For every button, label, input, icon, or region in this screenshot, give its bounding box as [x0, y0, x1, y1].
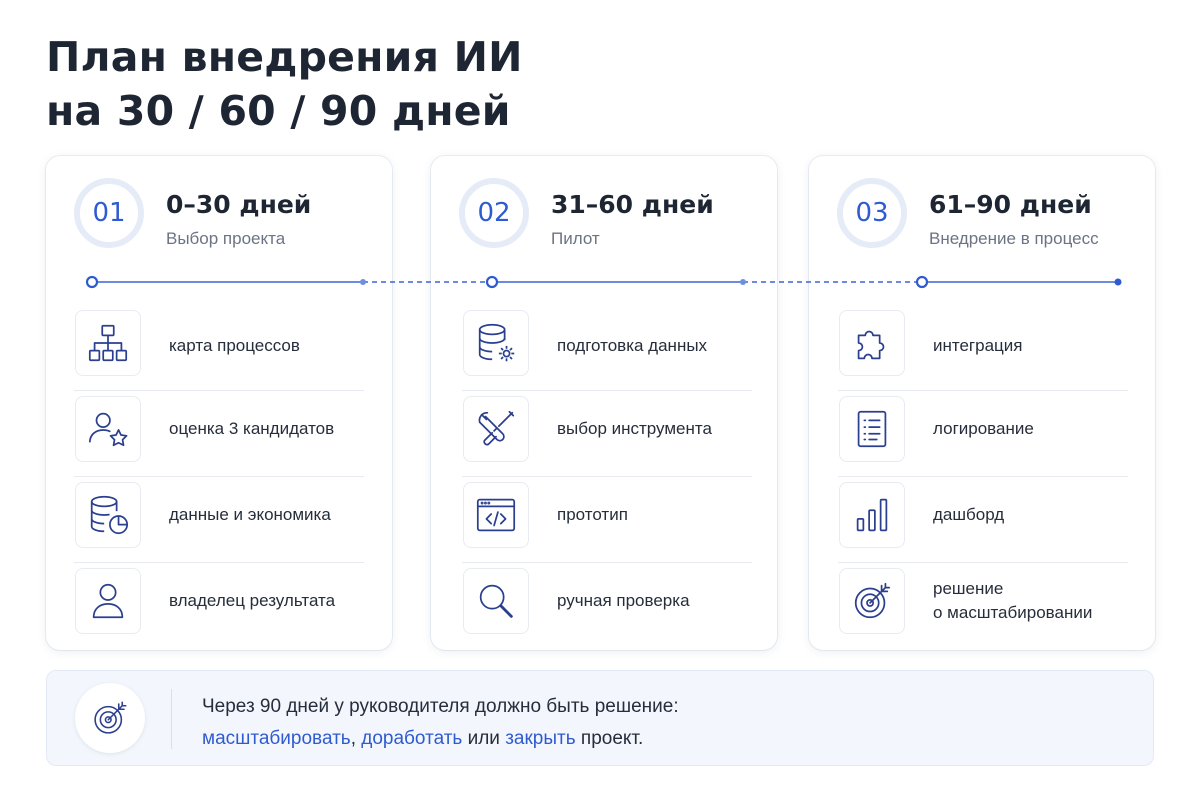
callout-line-1: Через 90 дней у руководителя должно быть… [202, 696, 679, 717]
stage-title: 0–30 дней [166, 190, 312, 219]
stage-title: 31–60 дней [551, 190, 714, 219]
stage-number-badge: 03 [837, 178, 907, 248]
process-map-icon [75, 310, 141, 376]
list-item: ручная проверка [462, 563, 752, 649]
list-item-label: ручная проверка [557, 591, 690, 610]
list-item-label: карта процессов [169, 335, 300, 355]
option-refine: доработать [361, 728, 463, 749]
callout-line-2: масштабировать, доработать или закрыть п… [202, 723, 679, 755]
bar-chart-icon [839, 482, 905, 548]
stage-items: интеграция логирование дашборд решение о… [838, 310, 1128, 649]
tools-icon [463, 396, 529, 462]
list-item-label: подготовка данных [557, 335, 708, 355]
list-item-label: владелец результата [169, 591, 336, 610]
page-title-line-2: на 30 / 60 / 90 дней [46, 87, 511, 135]
target-icon [839, 568, 905, 634]
page-title: План внедрения ИИ на 30 / 60 / 90 дней [46, 30, 746, 138]
option-close: закрыть [505, 728, 576, 749]
callout-end: проект. [575, 728, 644, 749]
list-item: интеграция [838, 310, 1128, 391]
list-item-label: оценка 3 кандидатов [169, 419, 335, 438]
list-item: данные и экономика [74, 477, 364, 563]
stage-card-1: 01 0–30 дней Выбор проекта карта процесс… [46, 156, 392, 650]
list-item: выбор инструмента [462, 391, 752, 477]
stage-items: карта процессов оценка 3 кандидатов данн… [74, 310, 364, 649]
stage-number-badge: 02 [459, 178, 529, 248]
option-scale: масштабировать [202, 728, 351, 749]
stage-number-badge: 01 [74, 178, 144, 248]
document-list-icon [839, 396, 905, 462]
puzzle-icon [839, 310, 905, 376]
list-item-label: решение о масштабировании [933, 579, 1093, 622]
database-chart-icon [75, 482, 141, 548]
list-item-label: логирование [933, 419, 1034, 438]
list-item: дашборд [838, 477, 1128, 563]
list-item: решение о масштабировании [838, 563, 1128, 649]
list-item-label: выбор инструмента [557, 419, 712, 438]
stage-items: подготовка данных выбор инструмента прот… [462, 310, 752, 649]
list-item-label: дашборд [933, 505, 1005, 524]
stage-card-3: 03 61–90 дней Внедрение в процесс интегр… [809, 156, 1155, 650]
stage-title: 61–90 дней [929, 190, 1092, 219]
list-item-label: интеграция [933, 335, 1023, 355]
list-item: оценка 3 кандидатов [74, 391, 364, 477]
list-item: карта процессов [74, 310, 364, 391]
list-item-label: данные и экономика [169, 505, 331, 524]
magnifier-icon [463, 568, 529, 634]
list-item: логирование [838, 391, 1128, 477]
stage-subtitle: Пилот [551, 229, 600, 248]
list-item: подготовка данных [462, 310, 752, 391]
stage-card-2: 02 31–60 дней Пилот подготовка данных вы… [431, 156, 777, 650]
user-star-icon [75, 396, 141, 462]
callout-text: Через 90 дней у руководителя должно быть… [202, 691, 679, 755]
list-item: прототип [462, 477, 752, 563]
list-item-label: прототип [557, 505, 628, 524]
callout-divider [171, 689, 172, 749]
database-gear-icon [463, 310, 529, 376]
code-window-icon [463, 482, 529, 548]
stage-subtitle: Внедрение в процесс [929, 229, 1099, 248]
stage-subtitle: Выбор проекта [166, 229, 286, 248]
target-icon [75, 683, 145, 753]
callout-separator: или [462, 728, 506, 749]
list-item: владелец результата [74, 563, 364, 649]
summary-callout: Через 90 дней у руководителя должно быть… [46, 670, 1154, 766]
callout-separator: , [350, 728, 362, 749]
page-title-line-1: План внедрения ИИ [46, 33, 523, 81]
user-icon [75, 568, 141, 634]
